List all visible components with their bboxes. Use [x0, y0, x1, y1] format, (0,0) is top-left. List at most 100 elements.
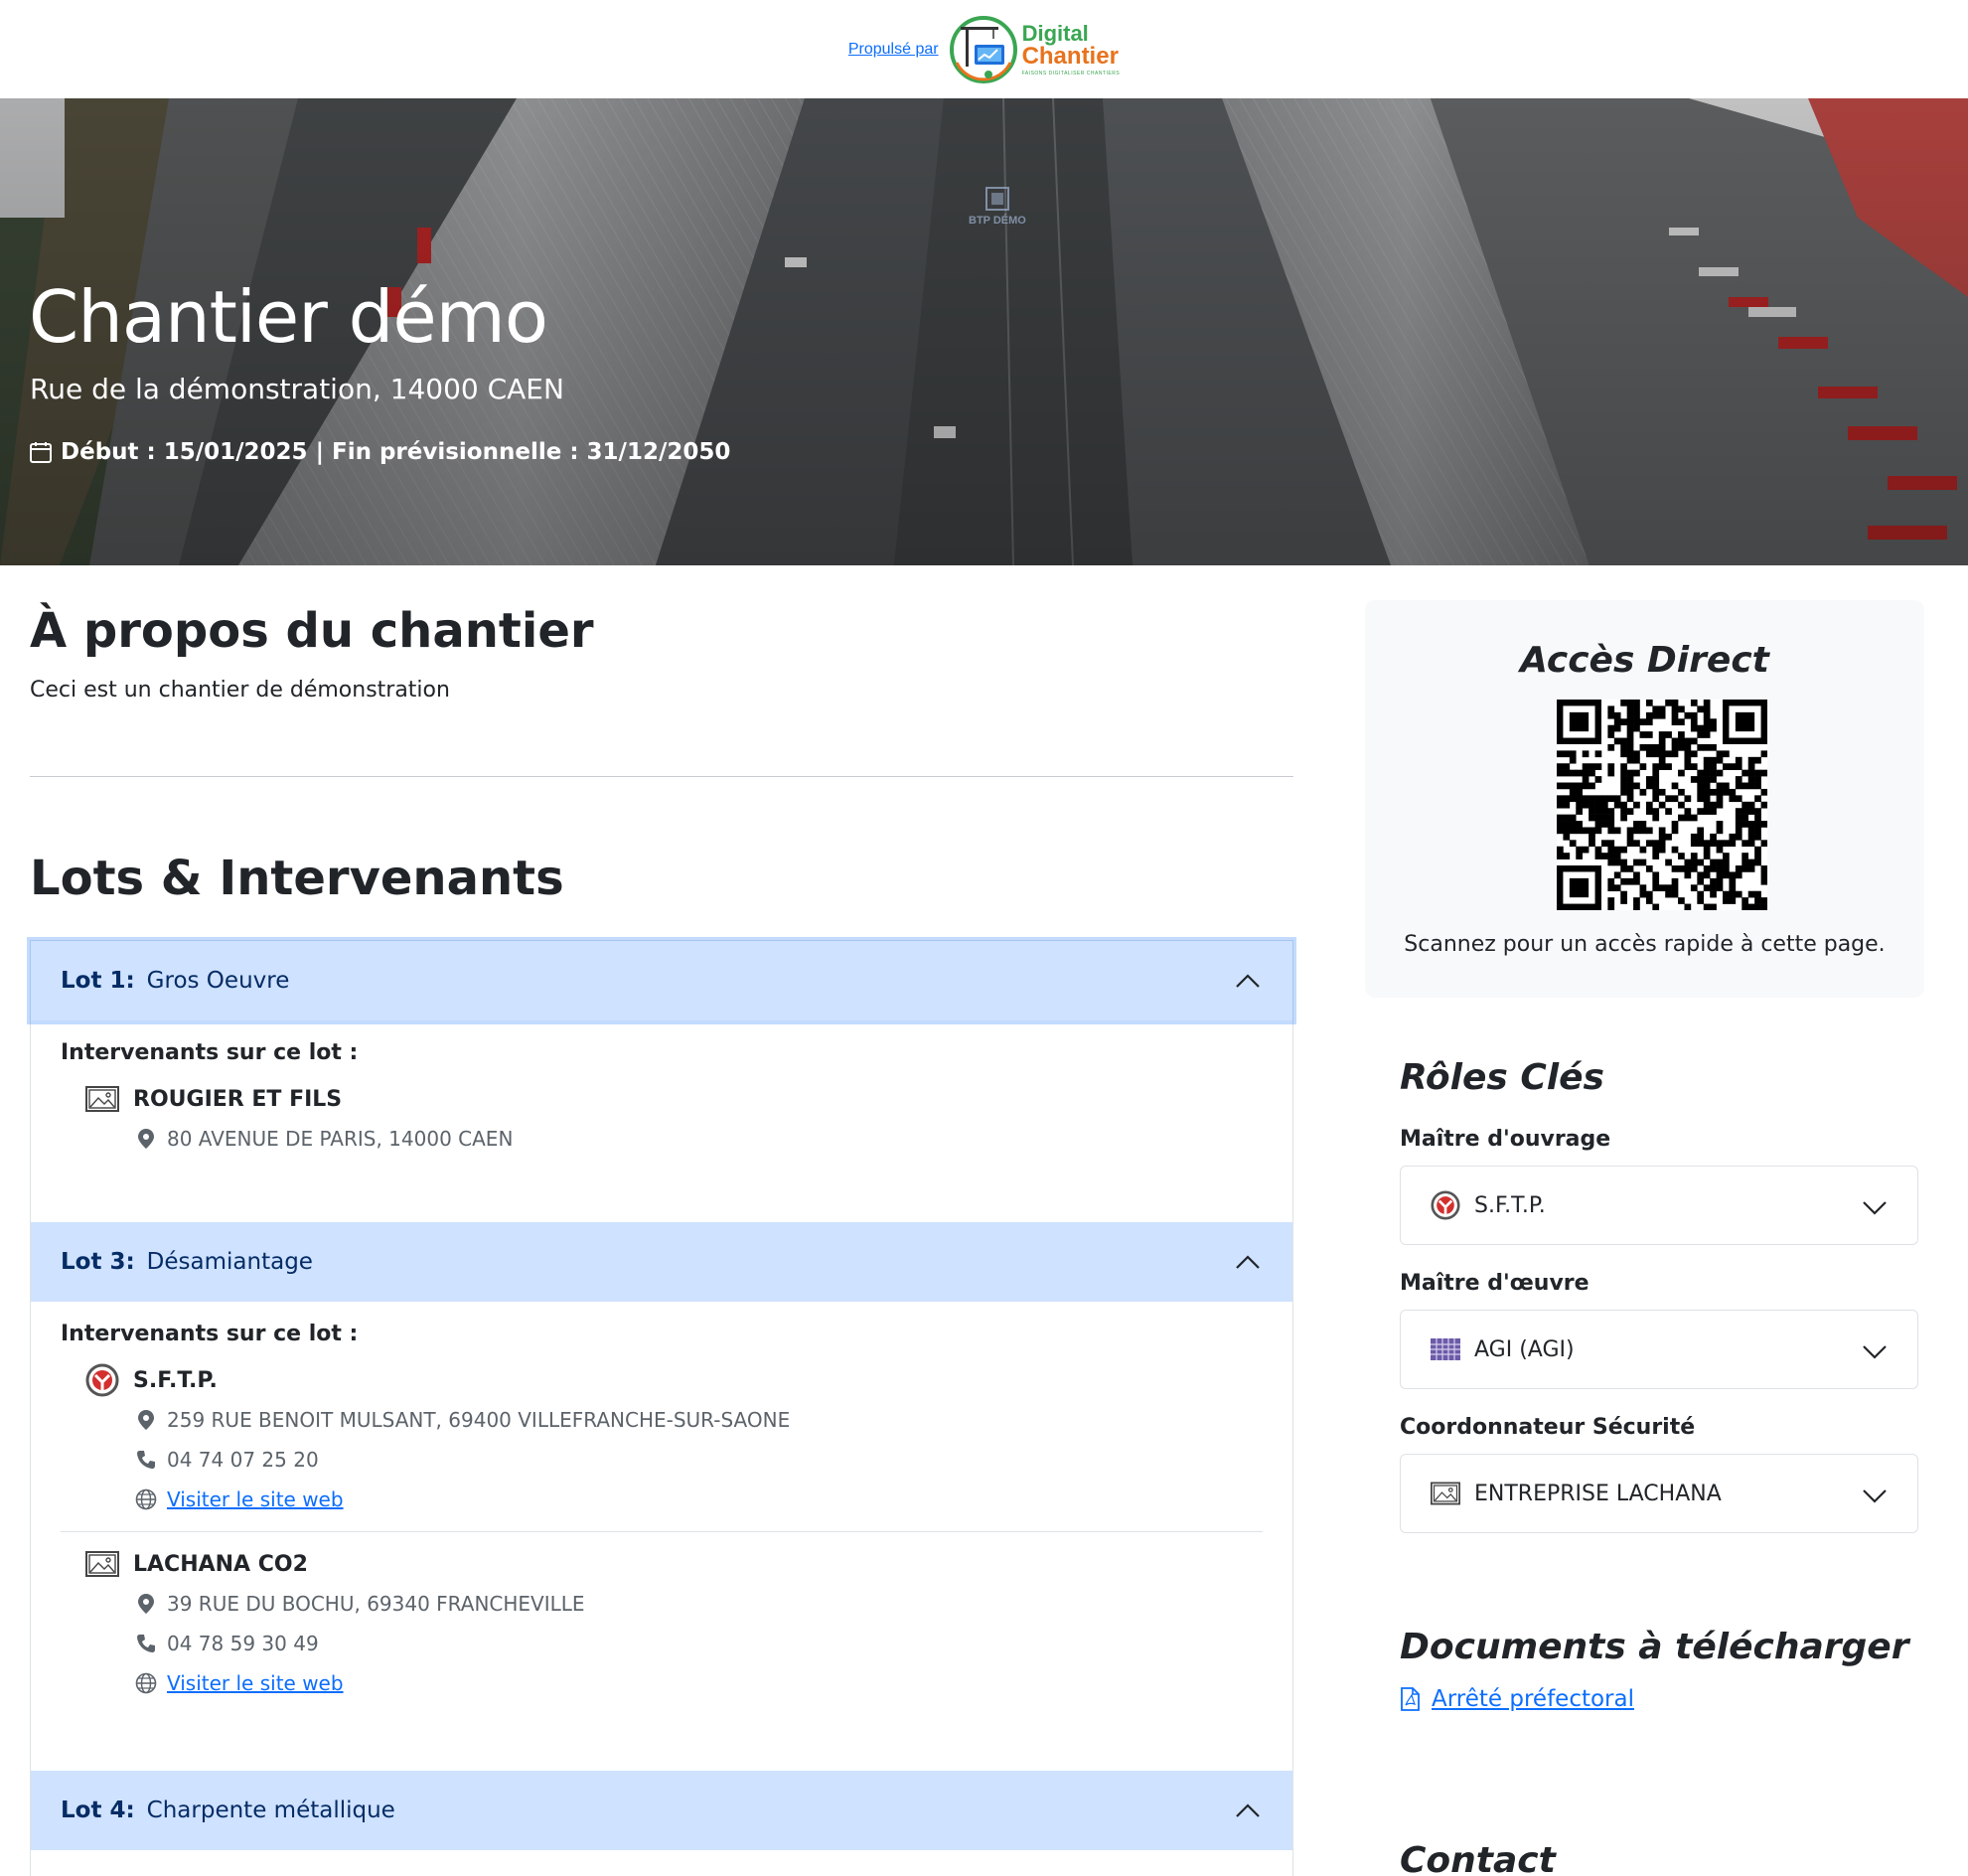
qr-module: [1760, 788, 1767, 796]
qr-module: [1633, 897, 1640, 904]
role-label: Maître d'œuvre: [1400, 1271, 1590, 1296]
qr-module: [1729, 763, 1737, 770]
qr-module: [1735, 890, 1742, 898]
qr-module: [1716, 871, 1724, 879]
qr-module: [1613, 859, 1621, 866]
qr-code[interactable]: [1557, 700, 1767, 910]
qr-module: [1658, 743, 1666, 751]
qr-module: [1582, 846, 1590, 854]
company-phone: 04 78 59 30 49: [85, 1624, 1263, 1663]
accordion-header-lot-1[interactable]: Lot 1: Gros Oeuvre: [31, 941, 1292, 1020]
digital-chantier-logo[interactable]: Digital Chantier FAISONS DIGITALISER CHA…: [949, 15, 1121, 84]
qr-module: [1741, 808, 1749, 815]
image-placeholder-icon: [1431, 1482, 1460, 1505]
qr-module: [1626, 808, 1634, 815]
qr-module: [1703, 903, 1711, 910]
qr-module: [1633, 840, 1640, 848]
qr-module: [1626, 750, 1634, 758]
qr-module: [1665, 700, 1672, 706]
role-value: AGI (AGI): [1474, 1336, 1575, 1362]
qr-module: [1671, 718, 1679, 725]
qr-module: [1735, 833, 1742, 841]
qr-module: [1710, 833, 1717, 841]
qr-module: [1613, 827, 1621, 835]
qr-module: [1684, 756, 1692, 764]
qr-module: [1754, 897, 1761, 904]
qr-module: [1633, 903, 1640, 910]
qr-module: [1582, 769, 1590, 777]
qr-module: [1652, 782, 1660, 790]
qr-module: [1594, 808, 1602, 815]
qr-module: [1594, 795, 1602, 803]
qr-module: [1633, 871, 1640, 879]
qr-module: [1678, 705, 1685, 713]
qr-module: [1741, 865, 1749, 872]
qr-module: [1658, 846, 1666, 854]
qr-module: [1626, 724, 1634, 732]
qr-module: [1723, 897, 1730, 904]
qr-module: [1754, 756, 1761, 764]
qr-module: [1652, 877, 1660, 885]
qr-module: [1626, 865, 1634, 872]
qr-module: [1754, 814, 1761, 822]
qr-module: [1645, 718, 1653, 725]
qr-module: [1576, 846, 1583, 854]
qr-module: [1703, 871, 1711, 879]
qr-module: [1703, 884, 1711, 892]
role-dropdown-coordonnateur[interactable]: ENTREPRISE LACHANA: [1400, 1454, 1918, 1533]
qr-module: [1652, 795, 1660, 803]
qr-module: [1710, 884, 1717, 892]
calendar-icon: [30, 442, 52, 463]
qr-module: [1735, 808, 1742, 815]
qr-module: [1600, 814, 1608, 822]
qr-module: [1652, 750, 1660, 758]
qr-module: [1703, 782, 1711, 790]
qr-module: [1716, 846, 1724, 854]
powered-by-link[interactable]: Propulsé par: [848, 41, 939, 59]
qr-module: [1645, 890, 1653, 898]
qr-module: [1697, 769, 1705, 777]
role-dropdown-maitre-ouvrage[interactable]: S.F.T.P.: [1400, 1166, 1918, 1245]
qr-module: [1658, 705, 1666, 713]
qr-module: [1697, 877, 1705, 885]
qr-module: [1658, 711, 1666, 719]
qr-module: [1678, 743, 1685, 751]
qr-module: [1716, 884, 1724, 892]
qr-module: [1747, 769, 1755, 777]
accordion-header-lot-3[interactable]: Lot 3: Désamiantage: [31, 1222, 1292, 1302]
qr-module: [1690, 737, 1698, 745]
qr-module: [1620, 743, 1627, 751]
accordion-header-lot-4[interactable]: Lot 4: Charpente métallique: [31, 1771, 1292, 1850]
qr-module: [1723, 763, 1730, 770]
role-dropdown-maitre-oeuvre[interactable]: AGI (AGI): [1400, 1310, 1918, 1389]
website-link[interactable]: Visiter le site web: [167, 1671, 344, 1695]
intervenants-label: Intervenants sur ce lot :: [61, 1040, 359, 1065]
qr-module: [1665, 890, 1672, 898]
qr-module: [1626, 795, 1634, 803]
qr-module: [1760, 840, 1767, 848]
qr-module: [1703, 808, 1711, 815]
qr-module: [1620, 859, 1627, 866]
qr-module: [1620, 877, 1627, 885]
qr-module: [1633, 756, 1640, 764]
qr-module: [1613, 846, 1621, 854]
qr-module: [1710, 877, 1717, 885]
qr-module: [1563, 827, 1571, 835]
qr-module: [1697, 833, 1705, 841]
qr-module: [1652, 711, 1660, 719]
qr-module: [1684, 808, 1692, 815]
qr-module: [1710, 859, 1717, 866]
qr-module: [1665, 750, 1672, 758]
document-link[interactable]: Arrêté préfectoral: [1432, 1686, 1634, 1712]
qr-module: [1600, 821, 1608, 828]
qr-module: [1576, 769, 1583, 777]
qr-module: [1626, 833, 1634, 841]
qr-module: [1678, 737, 1685, 745]
qr-module: [1760, 871, 1767, 879]
qr-module: [1645, 840, 1653, 848]
website-link[interactable]: Visiter le site web: [167, 1487, 344, 1511]
documents-title: Documents à télécharger: [1400, 1627, 1909, 1667]
qr-module: [1684, 763, 1692, 770]
qr-module: [1710, 865, 1717, 872]
qr-module: [1626, 877, 1634, 885]
